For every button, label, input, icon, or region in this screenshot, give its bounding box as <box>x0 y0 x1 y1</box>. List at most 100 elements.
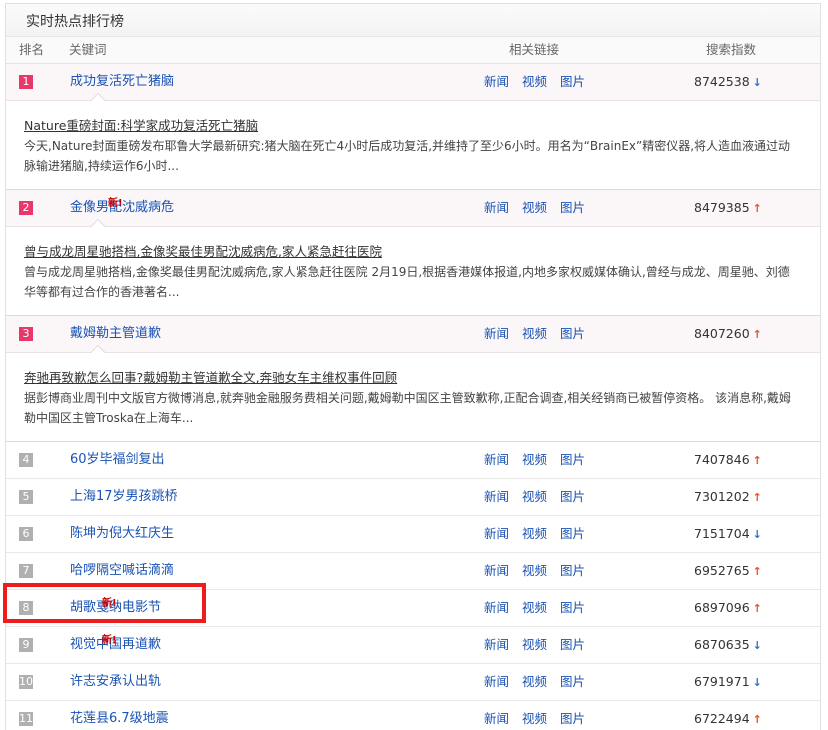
search-index-value: 8479385 <box>694 200 750 215</box>
table-row: 4 60岁毕福剑复出 新闻 视频 图片 7407846 ↑ <box>6 442 820 479</box>
search-index-value: 6952765 <box>694 563 750 578</box>
image-link[interactable]: 图片 <box>560 563 585 578</box>
rank-badge: 4 <box>19 453 33 467</box>
related-links: 新闻 视频 图片 <box>484 664 598 700</box>
keyword-link[interactable]: 上海17岁男孩跳桥 <box>70 479 178 515</box>
search-index-value: 8742538 <box>694 74 750 89</box>
table-row: 8 胡歌戛纳电影节 新! 新闻 视频 图片 6897096 ↑ <box>6 590 820 627</box>
keyword-link[interactable]: 花莲县6.7级地震 <box>70 701 169 730</box>
table-row: 6 陈坤为倪大红庆生 新闻 视频 图片 7151704 ↓ <box>6 516 820 553</box>
image-link[interactable]: 图片 <box>560 674 585 689</box>
search-index-value: 7407846 <box>694 452 750 467</box>
table-row: 3 戴姆勒主管道歉 新闻 视频 图片 8407260 ↑ <box>6 316 820 353</box>
related-links: 新闻 视频 图片 <box>484 64 598 100</box>
news-detail: Nature重磅封面:科学家成功复活死亡猪脑今天,Nature封面重磅发布耶鲁大… <box>6 101 820 190</box>
panel-title: 实时热点排行榜 <box>6 4 820 37</box>
related-links: 新闻 视频 图片 <box>484 442 598 478</box>
news-link[interactable]: 新闻 <box>484 563 509 578</box>
video-link[interactable]: 视频 <box>522 711 547 726</box>
search-index: 6722494 ↑ <box>694 701 762 730</box>
news-headline-link[interactable]: Nature重磅封面:科学家成功复活死亡猪脑 <box>24 117 800 135</box>
video-link[interactable]: 视频 <box>522 200 547 215</box>
rank-badge: 6 <box>19 527 33 541</box>
news-headline-link[interactable]: 奔驰再致歉怎么回事?戴姆勒主管道歉全文,奔驰女车主维权事件回顾 <box>24 369 800 387</box>
header-links: 相关链接 <box>509 42 560 57</box>
news-link[interactable]: 新闻 <box>484 452 509 467</box>
keyword-link[interactable]: 60岁毕福剑复出 <box>70 442 165 478</box>
image-link[interactable]: 图片 <box>560 600 585 615</box>
table-row: 11 花莲县6.7级地震 新闻 视频 图片 6722494 ↑ <box>6 701 820 730</box>
search-index-value: 7301202 <box>694 489 750 504</box>
table-header: 排名 关键词 相关链接 搜索指数 <box>6 37 820 64</box>
video-link[interactable]: 视频 <box>522 600 547 615</box>
keyword-link[interactable]: 戴姆勒主管道歉 <box>70 316 161 352</box>
table-row: 7 哈啰隔空喊话滴滴 新闻 视频 图片 6952765 ↑ <box>6 553 820 590</box>
video-link[interactable]: 视频 <box>522 674 547 689</box>
news-summary: 据彭博商业周刊中文版官方微博消息,就奔驰金融服务费相关问题,戴姆勒中国区主管致歉… <box>24 391 791 425</box>
news-link[interactable]: 新闻 <box>484 74 509 89</box>
arrow-up-icon: ↑ <box>752 713 762 726</box>
header-keyword: 关键词 <box>69 42 107 57</box>
search-index: 7151704 ↓ <box>694 516 762 553</box>
news-summary: 曾与成龙周星驰搭档,金像奖最佳男配沈威病危,家人紧急赶往医院 2月19日,根据香… <box>24 265 790 299</box>
news-link[interactable]: 新闻 <box>484 637 509 652</box>
keyword-link[interactable]: 哈啰隔空喊话滴滴 <box>70 553 174 589</box>
table-row: 9 视觉中国再道歉 新! 新闻 视频 图片 6870635 ↓ <box>6 627 820 664</box>
news-summary: 今天,Nature封面重磅发布耶鲁大学最新研究:猪大脑在死亡4小时后成功复活,并… <box>24 139 791 173</box>
keyword-link[interactable]: 陈坤为倪大红庆生 <box>70 516 174 552</box>
video-link[interactable]: 视频 <box>522 452 547 467</box>
news-link[interactable]: 新闻 <box>484 600 509 615</box>
news-link[interactable]: 新闻 <box>484 489 509 504</box>
new-badge: 新! <box>108 198 123 209</box>
video-link[interactable]: 视频 <box>522 526 547 541</box>
news-link[interactable]: 新闻 <box>484 674 509 689</box>
arrow-down-icon: ↓ <box>752 676 762 689</box>
ranking-list: 1 成功复活死亡猪脑 新闻 视频 图片 8742538 ↓ Nature重磅封面:科学家成功复… <box>6 64 820 730</box>
image-link[interactable]: 图片 <box>560 711 585 726</box>
rank-badge: 5 <box>19 490 33 504</box>
search-index-value: 7151704 <box>694 526 750 541</box>
search-index: 6870635 ↓ <box>694 627 762 664</box>
arrow-up-icon: ↑ <box>752 565 762 578</box>
news-link[interactable]: 新闻 <box>484 200 509 215</box>
rank-badge: 3 <box>19 327 33 341</box>
keyword-link[interactable]: 许志安承认出轨 <box>70 664 161 700</box>
news-link[interactable]: 新闻 <box>484 711 509 726</box>
video-link[interactable]: 视频 <box>522 637 547 652</box>
video-link[interactable]: 视频 <box>522 489 547 504</box>
image-link[interactable]: 图片 <box>560 637 585 652</box>
news-headline-link[interactable]: 曾与成龙周星驰搭档,金像奖最佳男配沈威病危,家人紧急赶往医院 <box>24 243 800 261</box>
search-index: 7301202 ↑ <box>694 479 762 516</box>
related-links: 新闻 视频 图片 <box>484 553 598 589</box>
image-link[interactable]: 图片 <box>560 74 585 89</box>
table-row: 2 金像男配沈威病危 新! 新闻 视频 图片 8479385 ↑ <box>6 190 820 227</box>
search-index-value: 6897096 <box>694 600 750 615</box>
keyword-link[interactable]: 成功复活死亡猪脑 <box>70 64 174 100</box>
image-link[interactable]: 图片 <box>560 526 585 541</box>
search-index: 6791971 ↓ <box>694 664 762 701</box>
image-link[interactable]: 图片 <box>560 452 585 467</box>
table-row: 10 许志安承认出轨 新闻 视频 图片 6791971 ↓ <box>6 664 820 701</box>
news-link[interactable]: 新闻 <box>484 326 509 341</box>
rank-badge: 1 <box>19 75 33 89</box>
related-links: 新闻 视频 图片 <box>484 516 598 552</box>
video-link[interactable]: 视频 <box>522 563 547 578</box>
arrow-down-icon: ↓ <box>752 76 762 89</box>
search-index-value: 6870635 <box>694 637 750 652</box>
video-link[interactable]: 视频 <box>522 74 547 89</box>
image-link[interactable]: 图片 <box>560 489 585 504</box>
search-index-value: 6722494 <box>694 711 750 726</box>
search-index: 8407260 ↑ <box>694 316 762 353</box>
news-link[interactable]: 新闻 <box>484 526 509 541</box>
rank-badge: 10 <box>19 675 33 689</box>
search-index-value: 8407260 <box>694 326 750 341</box>
image-link[interactable]: 图片 <box>560 200 585 215</box>
search-index: 6897096 ↑ <box>694 590 762 627</box>
search-index: 8479385 ↑ <box>694 190 762 227</box>
image-link[interactable]: 图片 <box>560 326 585 341</box>
related-links: 新闻 视频 图片 <box>484 316 598 352</box>
related-links: 新闻 视频 图片 <box>484 479 598 515</box>
related-links: 新闻 视频 图片 <box>484 701 598 730</box>
arrow-down-icon: ↓ <box>752 528 762 541</box>
video-link[interactable]: 视频 <box>522 326 547 341</box>
